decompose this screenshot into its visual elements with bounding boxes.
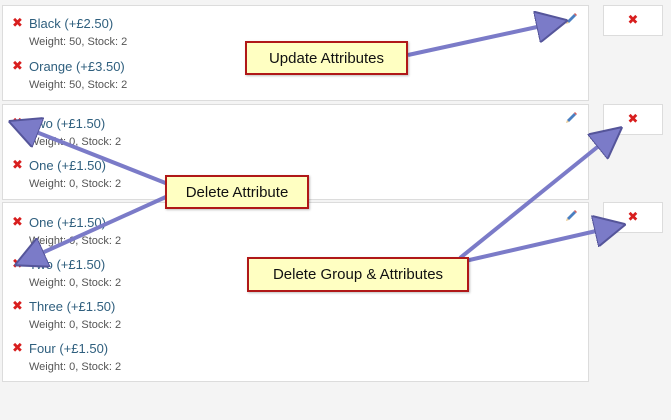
attribute-label[interactable]: Four (+£1.50) — [29, 340, 108, 357]
attribute-meta: Weight: 0, Stock: 2 — [29, 235, 122, 247]
update-attributes-callout: Update Attributes — [245, 41, 408, 75]
delete-x-icon[interactable]: ✖ — [12, 58, 29, 75]
attribute-label[interactable]: One (+£1.50) — [29, 214, 106, 231]
attribute-meta: Weight: 50, Stock: 2 — [29, 36, 128, 48]
attribute-meta: Weight: 0, Stock: 2 — [29, 319, 122, 331]
delete-group-callout: Delete Group & Attributes — [247, 257, 469, 292]
delete-x-icon[interactable]: ✖ — [12, 256, 29, 273]
delete-x-icon: ✖ — [627, 112, 639, 127]
pencil-icon[interactable] — [564, 209, 578, 223]
delete-group-button[interactable]: ✖ — [603, 104, 663, 135]
attribute-label[interactable]: One (+£1.50) — [29, 157, 106, 174]
attribute-group-3: ✖ One (+£1.50) Weight: 0, Stock: 2 ✖ Two… — [2, 202, 589, 382]
attribute-item: ✖ Four (+£1.50) Weight: 0, Stock: 2 — [12, 340, 121, 373]
delete-group-button[interactable]: ✖ — [603, 5, 663, 36]
attribute-meta: Weight: 0, Stock: 2 — [29, 277, 122, 289]
attribute-label[interactable]: Two (+£1.50) — [29, 115, 105, 132]
attribute-item: ✖ One (+£1.50) Weight: 0, Stock: 2 — [12, 214, 121, 247]
attribute-item: ✖ Two (+£1.50) Weight: 0, Stock: 2 — [12, 256, 121, 289]
delete-group-button[interactable]: ✖ — [603, 202, 663, 233]
pencil-icon[interactable] — [564, 111, 578, 125]
delete-x-icon[interactable]: ✖ — [12, 115, 29, 132]
attribute-item: ✖ Orange (+£3.50) Weight: 50, Stock: 2 — [12, 58, 127, 91]
attribute-item: ✖ Two (+£1.50) Weight: 0, Stock: 2 — [12, 115, 121, 148]
attribute-label[interactable]: Orange (+£3.50) — [29, 58, 125, 75]
attribute-meta: Weight: 0, Stock: 2 — [29, 178, 122, 190]
delete-x-icon[interactable]: ✖ — [12, 214, 29, 231]
delete-x-icon[interactable]: ✖ — [12, 298, 29, 315]
pencil-icon[interactable] — [564, 12, 578, 26]
attribute-meta: Weight: 50, Stock: 2 — [29, 79, 128, 91]
attribute-meta: Weight: 0, Stock: 2 — [29, 361, 122, 373]
attribute-label[interactable]: Black (+£2.50) — [29, 15, 113, 32]
attribute-item: ✖ One (+£1.50) Weight: 0, Stock: 2 — [12, 157, 121, 190]
delete-x-icon: ✖ — [627, 13, 639, 28]
attribute-item: ✖ Black (+£2.50) Weight: 50, Stock: 2 — [12, 15, 127, 48]
attribute-meta: Weight: 0, Stock: 2 — [29, 136, 122, 148]
delete-x-icon: ✖ — [627, 210, 639, 225]
delete-x-icon[interactable]: ✖ — [12, 340, 29, 357]
delete-x-icon[interactable]: ✖ — [12, 15, 29, 32]
delete-x-icon[interactable]: ✖ — [12, 157, 29, 174]
attribute-label[interactable]: Two (+£1.50) — [29, 256, 105, 273]
attribute-label[interactable]: Three (+£1.50) — [29, 298, 115, 315]
attribute-item: ✖ Three (+£1.50) Weight: 0, Stock: 2 — [12, 298, 121, 331]
delete-attribute-callout: Delete Attribute — [165, 175, 309, 209]
